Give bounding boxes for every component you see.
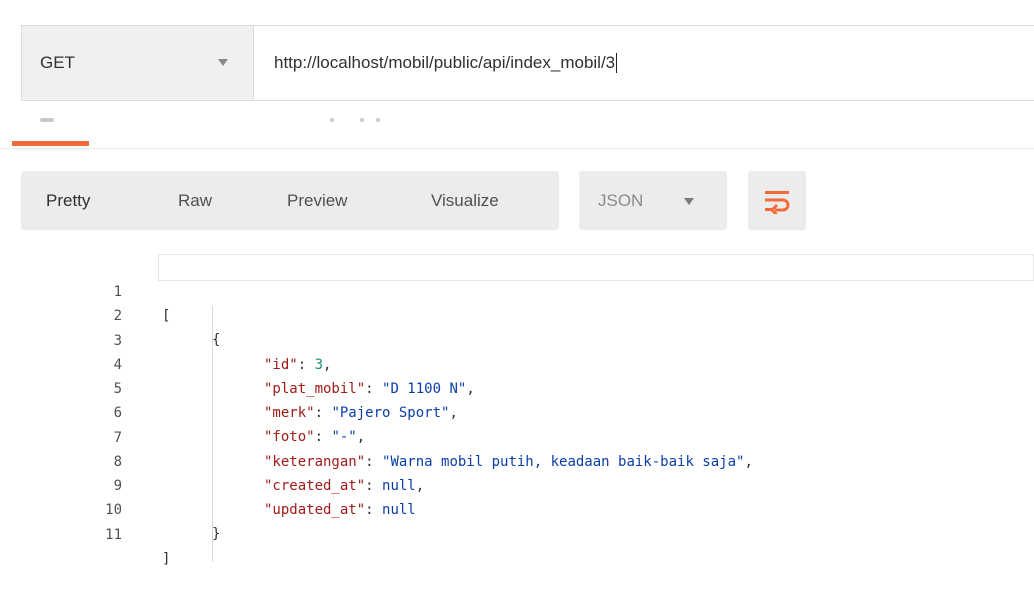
request-bar: GET http://localhost/mobil/public/api/in… [21,25,1034,101]
json-key: "merk" [264,405,315,421]
url-input[interactable]: http://localhost/mobil/public/api/index_… [253,25,1034,101]
line-number: 11 [105,527,122,543]
json-key: "id" [264,357,298,373]
tab-fragment [376,118,380,122]
code-line: 5 "merk": "Pajero Sport", [0,353,458,421]
line-number: 3 [113,333,122,349]
url-text: http://localhost/mobil/public/api/index_… [274,53,616,72]
json-key: "updated_at" [264,502,366,518]
code-line: 6 "foto": "-", [0,377,366,445]
json-value: null [382,478,416,494]
json-value: "-" [331,429,357,445]
format-select[interactable]: JSON [579,171,727,230]
code-line: 3 "id": 3, [0,305,332,373]
code-line: 1 [ [0,256,171,324]
code-line: 8 "created_at": null, [0,426,425,494]
text-cursor [616,53,618,73]
line-number: 2 [113,308,122,324]
json-key: "plat_mobil" [264,381,366,397]
line-number: 9 [113,478,122,494]
code-line: 7 "keterangan": "Warna mobil putih, kead… [0,402,753,470]
code-line: 4 "plat_mobil": "D 1100 N", [0,329,475,397]
chevron-down-icon [684,198,694,205]
code-text: ] [162,551,171,567]
chevron-down-icon [218,59,228,66]
method-select[interactable]: GET [21,25,253,101]
tab-fragment [40,118,54,122]
line-number: 10 [105,502,122,518]
wrap-lines-button[interactable] [748,171,806,230]
line-number: 4 [113,357,122,373]
code-line: 2 { [0,280,221,348]
line-number: 5 [113,381,122,397]
code-text: } [212,526,221,542]
line-number: 7 [113,430,122,446]
code-line: 11 ] [0,499,170,567]
json-key: "foto" [264,429,315,445]
json-value: null [382,502,416,518]
json-key: "keterangan" [264,454,366,470]
json-value: "Pajero Sport" [331,405,450,421]
code-text: [ [162,308,171,324]
tab-fragment [360,118,364,122]
json-value: 3 [314,357,324,373]
divider [0,148,1034,149]
json-value: "Warna mobil putih, keadaan baik-baik sa… [382,454,745,470]
format-label: JSON [598,191,644,210]
response-body-editor[interactable]: 1 [ 2 { 3 "id": 3, 4 "plat_mobil": "D 11… [0,252,1034,601]
line-number: 6 [113,405,122,421]
tab-preview[interactable]: Preview [287,191,347,211]
active-tab-indicator [12,141,89,146]
json-value: "D 1100 N" [382,381,467,397]
method-label: GET [40,53,75,72]
tab-visualize[interactable]: Visualize [431,191,499,211]
response-view-tabs: Pretty Raw Preview Visualize [21,171,559,230]
tab-fragment [330,118,334,122]
code-line: 9 "updated_at": null [0,450,416,518]
line-number: 1 [113,284,122,300]
tab-raw[interactable]: Raw [178,191,212,211]
wrap-lines-icon [765,190,790,214]
code-text: { [212,332,221,348]
code-line: 10 } [0,474,220,542]
tab-pretty[interactable]: Pretty [46,191,90,211]
json-key: "created_at" [264,478,366,494]
line-number: 8 [113,454,122,470]
